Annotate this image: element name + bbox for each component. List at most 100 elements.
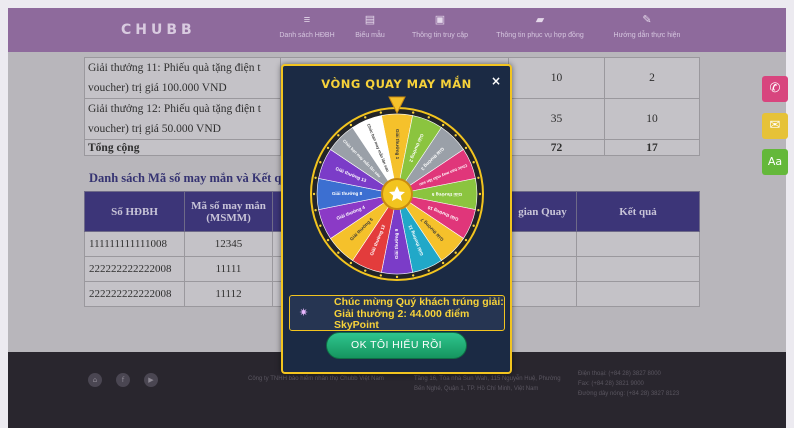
youtube-icon[interactable]: ▶ [144, 373, 158, 387]
prize-name-line: voucher) trị giá 50.000 VND [88, 123, 221, 135]
wheel-light-dot [477, 176, 480, 180]
lucky-number-cell: 11112 [184, 281, 273, 307]
wheel-light-dot [464, 146, 468, 150]
nav-access-info[interactable]: ▣ Thông tin truy cập [404, 13, 476, 39]
wheel-light-dot [314, 176, 317, 180]
chubb-logo[interactable]: CHUBB [121, 22, 196, 38]
home-icon[interactable]: ⌂ [88, 373, 102, 387]
footer-hotline: Đường dây nóng: (+84 28) 3827 8123 [578, 391, 680, 397]
wheel-light-dot [464, 238, 468, 242]
font-size-button[interactable]: Aa [762, 149, 788, 175]
pen-icon: ✎ [642, 14, 652, 26]
wheel-segment-label: Giải thưởng 5 [431, 192, 462, 197]
prize-name-cell: Giải thưởng 11: Phiếu quà tặng điện t vo… [84, 57, 281, 99]
table-cell [576, 281, 700, 307]
prize-count-cell: 35 [508, 98, 605, 140]
wheel-light-dot [349, 261, 353, 265]
wheel-light-dot [379, 111, 383, 114]
wheel-light-dot [326, 238, 330, 242]
wheel-light-dot [441, 123, 445, 127]
table-cell [508, 231, 577, 257]
lucky-number-cell: 11111 [184, 256, 273, 282]
wheel-segment-label: Giải thưởng 8 [332, 191, 363, 196]
wheel-light-dot [472, 224, 475, 227]
wheel-light-dot [314, 208, 317, 212]
chat-icon: ▰ [535, 14, 545, 26]
nav-contract-service[interactable]: ▰ Thông tin phục vụ hợp đồng [488, 13, 592, 39]
prize-name-cell: Giải thưởng 12: Phiếu quà tặng điện t vo… [84, 98, 281, 140]
prize-wheel[interactable]: Giải thưởng 1 Giải thưởng 2Giải thưởng 3C… [283, 66, 514, 296]
top-navigation-bar: CHUBB ≡ Danh sách HĐBH ▤ Biểu mẫu ▣ Thôn… [8, 8, 786, 52]
footer-company: Công ty TNHH bảo hiểm nhân thọ Chubb Việ… [248, 376, 384, 382]
wheel-light-dot [454, 134, 457, 137]
facebook-icon[interactable]: f [116, 373, 130, 387]
wheel-light-dot [337, 134, 340, 137]
footer-address: Tầng 16, Tòa nhà Sun Wah, 115 Nguyễn Huệ… [414, 376, 561, 392]
wheel-light-dot [379, 274, 383, 277]
mail-button[interactable]: ✉ [762, 113, 788, 139]
result-message-box: ✷ Chúc mừng Quý khách trúng giải: Giải t… [289, 295, 505, 331]
wheel-light-dot [326, 146, 330, 150]
nav-label: Thông tin phục vụ hợp đồng [496, 32, 584, 39]
lucky-number-section-title: Danh sách Mã số may mắn và Kết q [89, 171, 282, 185]
nav-label: Hướng dẫn thực hiện [613, 32, 681, 39]
user-card-icon: ▣ [434, 14, 446, 26]
column-header: Số HĐBH [84, 191, 185, 232]
wheel-light-dot [477, 208, 480, 212]
wheel-light-dot [337, 251, 340, 254]
wheel-segment-label: Giải thưởng 9 [394, 228, 399, 259]
table-cell [576, 256, 700, 282]
result-message: Chúc mừng Quý khách trúng giải: Giải thư… [334, 296, 504, 331]
lucky-number-cell: 12345 [184, 231, 273, 257]
footer-contact: Điện thoại: (+84 28) 3827 8000 Fax: (+84… [578, 369, 728, 399]
table-cell [508, 256, 577, 282]
nav-guide[interactable]: ✎ Hướng dẫn thực hiện [606, 13, 688, 39]
contract-number-cell: 222222222222008 [84, 281, 185, 307]
wheel-light-dot [364, 269, 367, 272]
footer-fax: Fax: (+84 28) 3821 9000 [578, 381, 644, 387]
nav-contract-list[interactable]: ≡ Danh sách HĐBH [276, 13, 338, 39]
footer-phone: Điện thoại: (+84 28) 3827 8000 [578, 371, 661, 377]
nav-label: Danh sách HĐBH [279, 32, 335, 39]
wheel-light-dot [427, 116, 430, 119]
menu-icon: ≡ [303, 14, 311, 26]
lucky-wheel-modal: VÒNG QUAY MAY MẮN × Giải thưởng 1 Giải th… [281, 64, 512, 374]
ok-understood-button[interactable]: OK TÔI HIỂU RỒI [326, 332, 467, 359]
contract-number-cell: 222222222222008 [84, 256, 185, 282]
nav-forms[interactable]: ▤ Biểu mẫu [350, 13, 390, 39]
column-header: Kết quả [576, 191, 700, 232]
prize-name-line: voucher) trị giá 100.000 VND [88, 82, 227, 94]
nav-label: Biểu mẫu [355, 32, 385, 39]
wheel-light-dot [472, 161, 475, 164]
table-cell [508, 281, 577, 307]
total-label: Tổng cộng [84, 139, 281, 156]
column-header: Mã số may mắn (MSMM) [184, 191, 273, 232]
phone-button[interactable]: ✆ [762, 76, 788, 102]
wheel-light-dot [441, 261, 445, 265]
prize-count-cell: 10 [604, 98, 700, 140]
total-cell: 72 [508, 139, 605, 156]
contract-number-cell: 111111111111008 [84, 231, 185, 257]
document-icon: ▤ [364, 14, 376, 26]
prize-name-line: Giải thưởng 12: Phiếu quà tặng điện t [88, 103, 261, 115]
prize-count-cell: 10 [508, 57, 605, 99]
total-cell: 17 [604, 139, 700, 156]
table-cell [576, 231, 700, 257]
wheel-light-dot [454, 251, 457, 254]
wheel-light-dot [411, 274, 415, 277]
wheel-segment-label: Giải thưởng 1 [395, 129, 400, 160]
prize-name-line: Giải thưởng 11: Phiếu quà tặng điện t [88, 62, 261, 74]
phone-icon: ✆ [769, 81, 781, 96]
wheel-light-dot [312, 192, 316, 196]
wheel-light-dot [319, 224, 322, 227]
wheel-light-dot [319, 161, 322, 164]
prize-count-cell: 2 [604, 57, 700, 99]
wheel-light-dot [427, 269, 430, 272]
nav-label: Thông tin truy cập [411, 32, 469, 39]
party-popper-icon: ✷ [299, 306, 309, 319]
mail-icon: ✉ [769, 118, 781, 133]
wheel-light-dot [349, 123, 353, 127]
wheel-light-dot [364, 116, 367, 119]
wheel-light-dot [395, 275, 399, 279]
wheel-light-dot [411, 111, 415, 114]
